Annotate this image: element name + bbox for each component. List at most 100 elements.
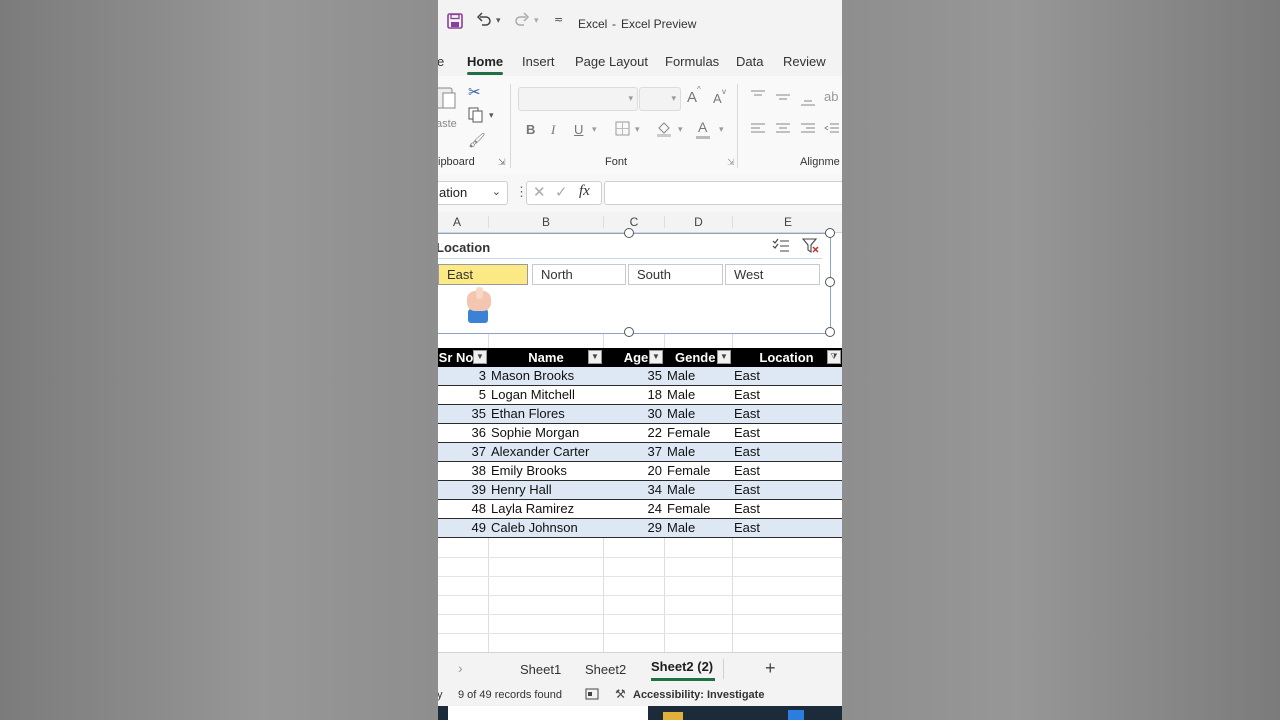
cut-icon[interactable]: ✂ — [468, 83, 481, 101]
cell-sr-no[interactable]: 5 — [438, 386, 486, 405]
table-row[interactable]: 37 Alexander Carter 37 Male East — [438, 443, 842, 462]
orientation-icon[interactable]: ab — [824, 89, 838, 104]
cell-sr-no[interactable]: 3 — [438, 367, 486, 386]
cell-gender[interactable]: Male — [667, 386, 731, 405]
copy-icon[interactable] — [468, 107, 484, 128]
cell-gender[interactable]: Male — [667, 443, 731, 462]
cell-age[interactable]: 18 — [604, 386, 662, 405]
tab-insert[interactable]: Insert — [522, 54, 555, 69]
enter-icon[interactable]: ✓ — [555, 183, 568, 201]
cell-sr-no[interactable]: 37 — [438, 443, 486, 462]
fill-color-dropdown-icon[interactable]: ▾ — [678, 124, 683, 135]
sheet-tab-sheet1[interactable]: Sheet1 — [520, 662, 561, 677]
cell-sr-no[interactable]: 36 — [438, 424, 486, 443]
cell-location[interactable]: East — [734, 405, 834, 424]
tab-file[interactable]: e — [438, 54, 444, 69]
cell-age[interactable]: 24 — [604, 500, 662, 519]
align-right-icon[interactable] — [800, 122, 816, 141]
sheet-tab-sheet2[interactable]: Sheet2 — [585, 662, 626, 677]
column-header-e[interactable]: E — [733, 215, 842, 229]
paste-icon[interactable] — [438, 84, 458, 117]
bold-button[interactable]: B — [526, 122, 535, 137]
cell-location[interactable]: East — [734, 519, 834, 538]
table-row[interactable]: 5 Logan Mitchell 18 Male East — [438, 386, 842, 405]
undo-dropdown-icon[interactable]: ▾ — [496, 15, 501, 26]
table-row[interactable]: 36 Sophie Morgan 22 Female East — [438, 424, 842, 443]
cell-name[interactable]: Layla Ramirez — [491, 500, 603, 519]
align-left-icon[interactable] — [750, 122, 766, 141]
cell-sr-no[interactable]: 38 — [438, 462, 486, 481]
tab-data[interactable]: Data — [736, 54, 763, 69]
filter-dropdown-icon[interactable]: ▼ — [649, 350, 663, 364]
resize-handle[interactable] — [825, 327, 835, 337]
customize-toolbar-icon[interactable]: ≂ — [554, 13, 563, 26]
insert-function-icon[interactable]: fx — [579, 183, 590, 200]
cell-location[interactable]: East — [734, 500, 834, 519]
name-box[interactable]: ation ⌄ — [438, 181, 508, 205]
taskbar-app-icon[interactable] — [788, 710, 804, 720]
cell-location[interactable]: East — [734, 386, 834, 405]
slicer-item-south[interactable]: South — [628, 264, 723, 285]
accessibility-status[interactable]: Accessibility: Investigate — [633, 689, 764, 701]
redo-dropdown-icon[interactable]: ▾ — [534, 15, 539, 26]
tab-formulas[interactable]: Formulas — [665, 54, 719, 69]
cell-name[interactable]: Logan Mitchell — [491, 386, 603, 405]
cell-location[interactable]: East — [734, 443, 834, 462]
formula-input[interactable] — [604, 181, 842, 205]
table-row[interactable]: 39 Henry Hall 34 Male East — [438, 481, 842, 500]
column-header-b[interactable]: B — [488, 215, 604, 229]
cell-location[interactable]: East — [734, 462, 834, 481]
redo-icon[interactable] — [513, 11, 531, 33]
table-row[interactable]: 49 Caleb Johnson 29 Male East — [438, 519, 842, 538]
font-size-dropdown[interactable]: ▾ — [639, 87, 681, 111]
resize-handle[interactable] — [624, 327, 634, 337]
clipboard-launcher-icon[interactable]: ⇲ — [498, 157, 506, 168]
slicer-item-west[interactable]: West — [725, 264, 820, 285]
cell-gender[interactable]: Male — [667, 367, 731, 386]
tab-home[interactable]: Home — [467, 54, 503, 69]
cell-name[interactable]: Emily Brooks — [491, 462, 603, 481]
accessibility-icon[interactable]: ⚒ — [615, 687, 626, 701]
sheet-tab-sheet2-2[interactable]: Sheet2 (2) — [651, 659, 713, 674]
cell-name[interactable]: Caleb Johnson — [491, 519, 603, 538]
multi-select-icon[interactable] — [772, 238, 790, 259]
cell-name[interactable]: Mason Brooks — [491, 367, 603, 386]
format-painter-icon[interactable]: 🖌 — [468, 132, 486, 149]
filter-applied-icon[interactable]: ⧩ — [827, 350, 841, 364]
location-slicer[interactable]: Location East North South West — [438, 233, 831, 334]
italic-button[interactable]: I — [551, 122, 555, 138]
taskbar-search[interactable] — [448, 706, 648, 720]
cell-sr-no[interactable]: 49 — [438, 519, 486, 538]
shrink-font-icon[interactable]: A — [713, 91, 722, 106]
cell-sr-no[interactable]: 35 — [438, 405, 486, 424]
cell-age[interactable]: 29 — [604, 519, 662, 538]
resize-handle[interactable] — [624, 228, 634, 238]
align-top-icon[interactable] — [750, 89, 766, 108]
cell-gender[interactable]: Male — [667, 405, 731, 424]
slicer-item-north[interactable]: North — [532, 264, 626, 285]
cell-age[interactable]: 34 — [604, 481, 662, 500]
cell-age[interactable]: 37 — [604, 443, 662, 462]
cell-sr-no[interactable]: 48 — [438, 500, 486, 519]
cell-name[interactable]: Ethan Flores — [491, 405, 603, 424]
column-header-a[interactable]: A — [438, 215, 476, 229]
borders-dropdown-icon[interactable]: ▾ — [635, 124, 640, 135]
clear-filter-icon[interactable] — [801, 238, 820, 259]
table-row[interactable]: 38 Emily Brooks 20 Female East — [438, 462, 842, 481]
save-icon[interactable] — [446, 12, 464, 34]
align-bottom-icon[interactable] — [800, 93, 816, 112]
cell-age[interactable]: 20 — [604, 462, 662, 481]
cell-location[interactable]: East — [734, 367, 834, 386]
column-header-c[interactable]: C — [604, 215, 664, 229]
slicer-item-east[interactable]: East — [438, 264, 528, 285]
cell-age[interactable]: 35 — [604, 367, 662, 386]
taskbar-app-icon[interactable] — [663, 712, 683, 720]
cancel-icon[interactable]: ✕ — [533, 183, 546, 201]
paste-label[interactable]: aste — [438, 118, 457, 130]
filter-dropdown-icon[interactable]: ▼ — [473, 350, 487, 364]
cell-name[interactable]: Sophie Morgan — [491, 424, 603, 443]
cell-gender[interactable]: Female — [667, 462, 731, 481]
macro-recording-icon[interactable] — [585, 687, 599, 704]
cell-location[interactable]: East — [734, 481, 834, 500]
cell-name[interactable]: Alexander Carter — [491, 443, 603, 462]
